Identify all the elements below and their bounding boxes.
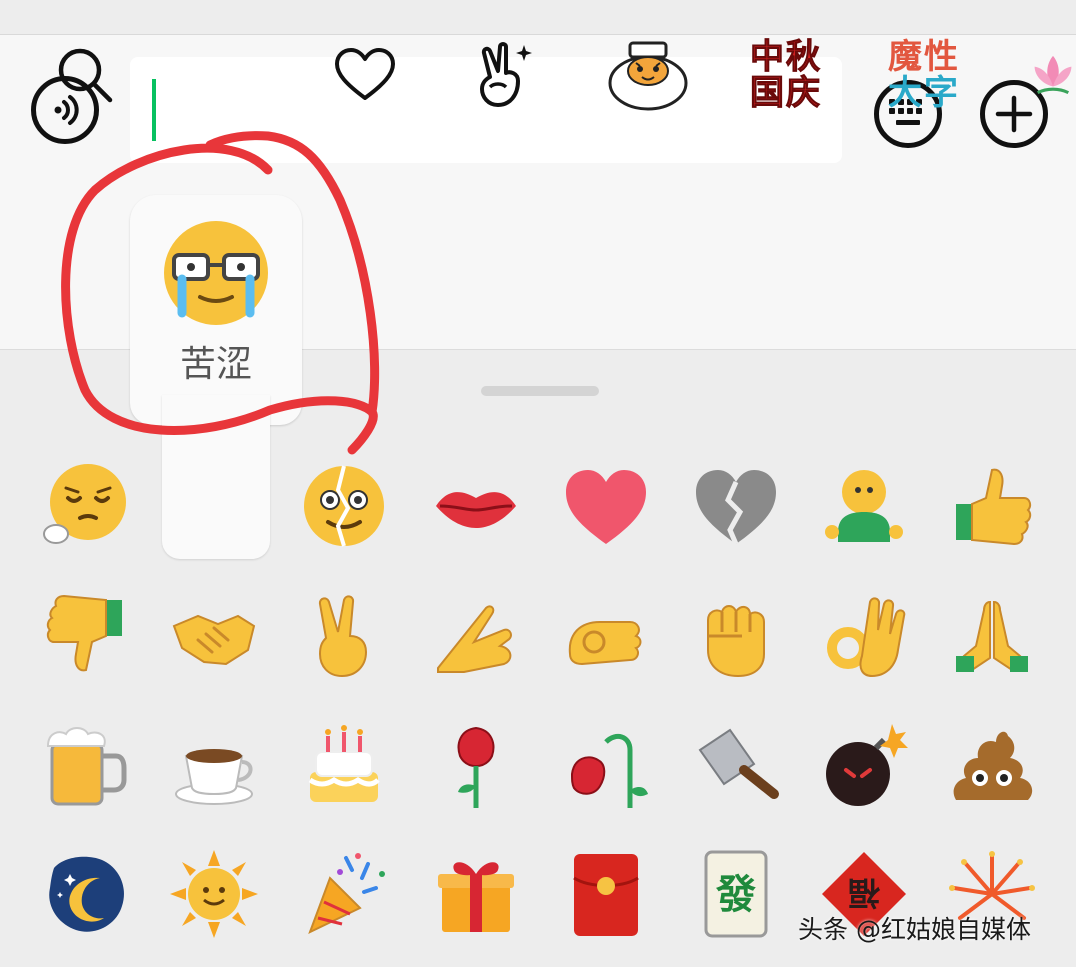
sticker-pack-1-line1: 中秋 xyxy=(750,37,822,77)
emoji-preview-label: 苦涩 xyxy=(179,344,252,385)
text-caret xyxy=(152,79,156,141)
bomb-emoji[interactable] xyxy=(816,718,912,814)
thumbs-down-emoji[interactable] xyxy=(38,588,134,684)
coffee-emoji[interactable] xyxy=(166,718,262,814)
ok-hand-emoji[interactable] xyxy=(816,588,912,684)
sticker-pack-1: 中秋 国庆 xyxy=(748,37,824,113)
sticker-pack-2: 魔性 大字 xyxy=(886,39,966,111)
wilted-rose-emoji[interactable] xyxy=(558,718,654,814)
panel-drag-handle[interactable] xyxy=(481,386,599,396)
watermark-text: 头条 @红姑娘自媒体 xyxy=(798,915,1031,944)
moon-emoji[interactable] xyxy=(38,846,134,942)
mahjong-fa-text: 發 xyxy=(715,872,756,918)
fu-text: 福 xyxy=(848,874,881,912)
fist-tap-emoji[interactable] xyxy=(558,588,654,684)
sun-emoji[interactable] xyxy=(166,846,262,942)
party-popper-emoji[interactable] xyxy=(296,846,392,942)
red-packet-emoji[interactable] xyxy=(558,846,654,942)
search-icon xyxy=(58,48,113,103)
tiger-sticker-tab[interactable] xyxy=(606,30,690,120)
lips-emoji[interactable] xyxy=(428,458,524,554)
rose-emoji[interactable] xyxy=(428,718,524,814)
beer-emoji[interactable] xyxy=(38,718,134,814)
heart-emoji[interactable] xyxy=(558,458,654,554)
sticker-pack-2-tab[interactable]: 魔性 大字 xyxy=(886,30,966,120)
crack-emoji[interactable] xyxy=(296,458,392,554)
lotus-sticker xyxy=(1034,55,1072,95)
poop-emoji[interactable] xyxy=(944,718,1040,814)
emoji-preview-stem xyxy=(162,395,270,559)
gesture-tab[interactable] xyxy=(470,30,540,120)
heart-icon xyxy=(335,48,395,100)
sticker-pack-2-line2: 大字 xyxy=(888,73,960,113)
sticker-pack-1-line2: 国庆 xyxy=(750,73,822,113)
clap-hands-emoji[interactable] xyxy=(428,588,524,684)
chat-screen: 中秋 国庆 魔性 大字 苦涩 發 福 头条 @红姑娘自媒体 xyxy=(0,0,1076,967)
sigh-emoji[interactable] xyxy=(38,458,134,554)
search-tab[interactable] xyxy=(52,30,118,120)
favorites-tab[interactable] xyxy=(330,30,400,120)
tiger-sticker xyxy=(608,41,688,111)
sticker-pack-2-line1: 魔性 xyxy=(888,37,960,77)
hand-gesture-icon xyxy=(480,42,532,107)
gift-emoji[interactable] xyxy=(428,846,524,942)
bitter-tears-emoji xyxy=(160,217,272,333)
pray-hands-emoji[interactable] xyxy=(944,588,1040,684)
plus-icon xyxy=(995,95,1033,133)
fist-emoji[interactable] xyxy=(688,588,784,684)
victory-hand-emoji[interactable] xyxy=(296,588,392,684)
cleaver-emoji[interactable] xyxy=(688,718,784,814)
thumbs-up-emoji[interactable] xyxy=(944,458,1040,554)
cake-emoji[interactable] xyxy=(296,718,392,814)
person-emoji[interactable] xyxy=(816,458,912,554)
emoji-preview-popup: 苦涩 xyxy=(130,195,302,559)
lotus-sticker-tab[interactable] xyxy=(1030,30,1076,120)
handshake-emoji[interactable] xyxy=(166,588,262,684)
sticker-pack-1-tab[interactable]: 中秋 国庆 xyxy=(748,30,824,120)
mahjong-fa-emoji[interactable]: 發 xyxy=(688,846,784,942)
broken-heart-emoji[interactable] xyxy=(688,458,784,554)
